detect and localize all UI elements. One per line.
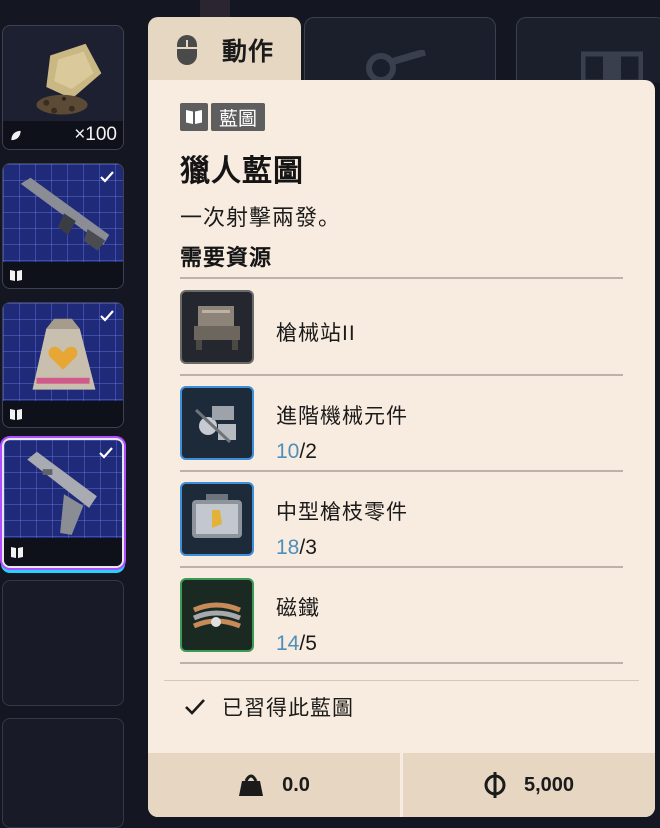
- owned-check-icon: [100, 310, 114, 322]
- resource-have: 14: [276, 632, 300, 655]
- resource-need: /5: [299, 632, 317, 655]
- tooltip-footer: 0.0 5,000: [148, 753, 655, 817]
- blueprint-book-icon: [10, 408, 22, 420]
- resource-name: 磁鐵: [276, 597, 320, 620]
- divider: [180, 470, 623, 472]
- mouse-icon: [177, 35, 197, 65]
- resource-name: 中型槍枝零件: [276, 501, 408, 524]
- check-icon: [185, 699, 205, 715]
- currency-icon: [484, 772, 506, 798]
- tab-action[interactable]: 動作: [148, 17, 301, 83]
- inventory-slot-empty[interactable]: [2, 718, 124, 828]
- weight-value: 0.0: [282, 773, 310, 796]
- item-description: 一次射擊兩發。: [180, 205, 342, 230]
- divider: [180, 277, 623, 279]
- inventory-slot-empty[interactable]: [2, 580, 124, 706]
- resource-need: /2: [299, 440, 317, 463]
- blueprint-book-icon: [10, 269, 22, 281]
- background-item-edge: [200, 0, 230, 18]
- gunsmith-bench-image: [180, 290, 254, 364]
- tab-action-label: 動作: [222, 38, 275, 66]
- blueprint-tooltip-panel: 藍圖 獵人藍圖 一次射擊兩發。 需要資源 槍械站II 進階機械元件 10/2 中…: [148, 80, 655, 817]
- owned-check-icon: [99, 447, 113, 459]
- inventory-slot-seeds[interactable]: ×100: [2, 25, 124, 150]
- blueprint-book-icon: [180, 103, 208, 131]
- tab-building[interactable]: [516, 17, 660, 84]
- building-icon: [581, 51, 643, 84]
- magnet-image: [180, 578, 254, 652]
- resource-count: 14/5: [276, 632, 317, 656]
- key-icon: [366, 50, 426, 83]
- item-quantity: ×100: [74, 124, 117, 145]
- inventory-slot-pistol-selected[interactable]: [2, 438, 124, 568]
- weight-cell: 0.0: [148, 753, 400, 817]
- divider: [180, 566, 623, 568]
- slot-footer: [3, 262, 123, 288]
- blueprint-book-icon: [11, 546, 23, 558]
- price-cell: 5,000: [403, 753, 655, 817]
- category-badge: 藍圖: [180, 103, 266, 131]
- divider: [180, 662, 623, 664]
- advanced-mechanical-parts-image: [180, 386, 254, 460]
- resource-name: 槍械站II: [276, 322, 356, 345]
- inventory-slot-rifle[interactable]: [2, 163, 124, 289]
- medium-gun-parts-image: [180, 482, 254, 556]
- leaf-icon: [11, 130, 21, 140]
- requirements-heading: 需要資源: [180, 245, 273, 270]
- resource-row[interactable]: 磁鐵 14/5: [180, 578, 623, 673]
- slot-footer: ×100: [3, 121, 123, 149]
- resource-have: 10: [276, 440, 300, 463]
- resource-count: 18/3: [276, 536, 317, 560]
- resource-name: 進階機械元件: [276, 405, 408, 428]
- divider: [180, 374, 623, 376]
- resource-have: 18: [276, 536, 300, 559]
- learned-text: 已習得此藍圖: [222, 697, 354, 720]
- inventory-column: ×100: [0, 0, 128, 828]
- category-label: 藍圖: [211, 103, 266, 131]
- owned-check-icon: [100, 171, 114, 183]
- tab-key[interactable]: [304, 17, 496, 83]
- resource-row[interactable]: 槍械站II: [180, 290, 623, 385]
- resource-row[interactable]: 進階機械元件 10/2: [180, 386, 623, 481]
- resource-need: /3: [299, 536, 317, 559]
- resource-count: 10/2: [276, 440, 317, 464]
- learned-status: 已習得此藍圖: [184, 692, 354, 722]
- inventory-slot-heart-container[interactable]: [2, 302, 124, 428]
- slot-footer: [3, 401, 123, 427]
- weight-icon: [239, 774, 264, 796]
- divider: [164, 680, 639, 681]
- item-title: 獵人藍圖: [180, 155, 304, 188]
- resource-row[interactable]: 中型槍枝零件 18/3: [180, 482, 623, 577]
- slot-footer: [4, 538, 122, 566]
- price-value: 5,000: [523, 773, 575, 796]
